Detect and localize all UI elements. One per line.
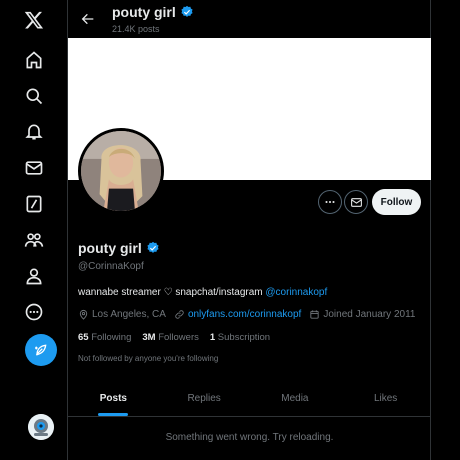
profile-name: pouty girl [78,240,160,256]
verified-badge-icon [181,5,193,17]
profile-bio: wannabe streamer ♡ snapchat/instagram @c… [78,287,327,298]
notifications-icon[interactable] [22,120,46,144]
tab-posts[interactable]: Posts [68,380,159,416]
envelope-icon [350,197,362,207]
message-button[interactable] [344,190,368,214]
header-name: pouty girl [112,4,194,20]
following-stat[interactable]: 65 Following [78,332,131,343]
followers-label: Followers [158,332,199,343]
tab-media[interactable]: Media [250,380,341,416]
joined-text: Joined January 2011 [323,309,416,320]
profile-meta: Los Angeles, CA onlyfans.com/corinnakopf… [78,309,415,320]
error-message: Something went wrong. Try reloading. [165,432,334,443]
not-followed-notice: Not followed by anyone you're following [78,354,219,363]
bio-mention-link[interactable]: @corinnakopf [265,287,327,298]
followers-count: 3M [142,332,156,343]
profile-stats: 65 Following 3M Followers 1 Subscription [78,332,270,343]
grok-icon[interactable] [22,192,46,216]
subscription-stat[interactable]: 1 Subscription [210,332,270,343]
profile-name-text: pouty girl [78,240,142,256]
communities-icon[interactable] [22,228,46,252]
left-nav-rail [0,0,68,460]
location-text: Los Angeles, CA [92,309,166,320]
followers-stat[interactable]: 3M Followers [142,332,199,343]
profile-handle: @CorinnaKopf [78,261,144,272]
post-button[interactable] [25,334,57,366]
location-pin-icon [79,309,88,320]
ellipsis-icon [325,200,335,204]
website-item: onlyfans.com/corinnakopf [174,309,301,320]
tab-replies[interactable]: Replies [159,380,250,416]
search-icon[interactable] [22,84,46,108]
following-label: Following [91,332,132,343]
calendar-icon [310,310,319,319]
subscription-label: Subscription [217,332,271,343]
bio-text: wannabe streamer ♡ snapchat/instagram [78,287,266,298]
more-icon[interactable] [22,300,46,324]
profile-icon[interactable] [22,264,46,288]
feather-icon [35,344,47,356]
follow-button[interactable]: Follow [372,189,421,215]
tab-likes[interactable]: Likes [340,380,431,416]
more-options-button[interactable] [318,190,342,214]
profile-avatar[interactable] [78,128,164,214]
verified-badge-icon[interactable] [146,241,160,255]
x-logo-icon[interactable] [22,8,46,32]
back-arrow-icon[interactable] [78,9,98,29]
website-link[interactable]: onlyfans.com/corinnakopf [188,309,301,320]
link-icon [175,310,184,319]
subscription-count: 1 [209,332,216,343]
following-count: 65 [78,332,89,343]
header-name-text: pouty girl [112,4,176,20]
account-avatar[interactable] [28,414,54,440]
profile-header-bar: pouty girl 21.4K posts [68,0,431,38]
home-icon[interactable] [22,48,46,72]
profile-tabs: Posts Replies Media Likes [68,380,431,417]
joined-item: Joined January 2011 [309,309,415,320]
messages-icon[interactable] [22,156,46,180]
location-item: Los Angeles, CA [78,309,166,320]
profile-column: pouty girl 21.4K posts Follow pouty girl… [68,0,431,460]
posts-count: 21.4K posts [112,24,160,34]
